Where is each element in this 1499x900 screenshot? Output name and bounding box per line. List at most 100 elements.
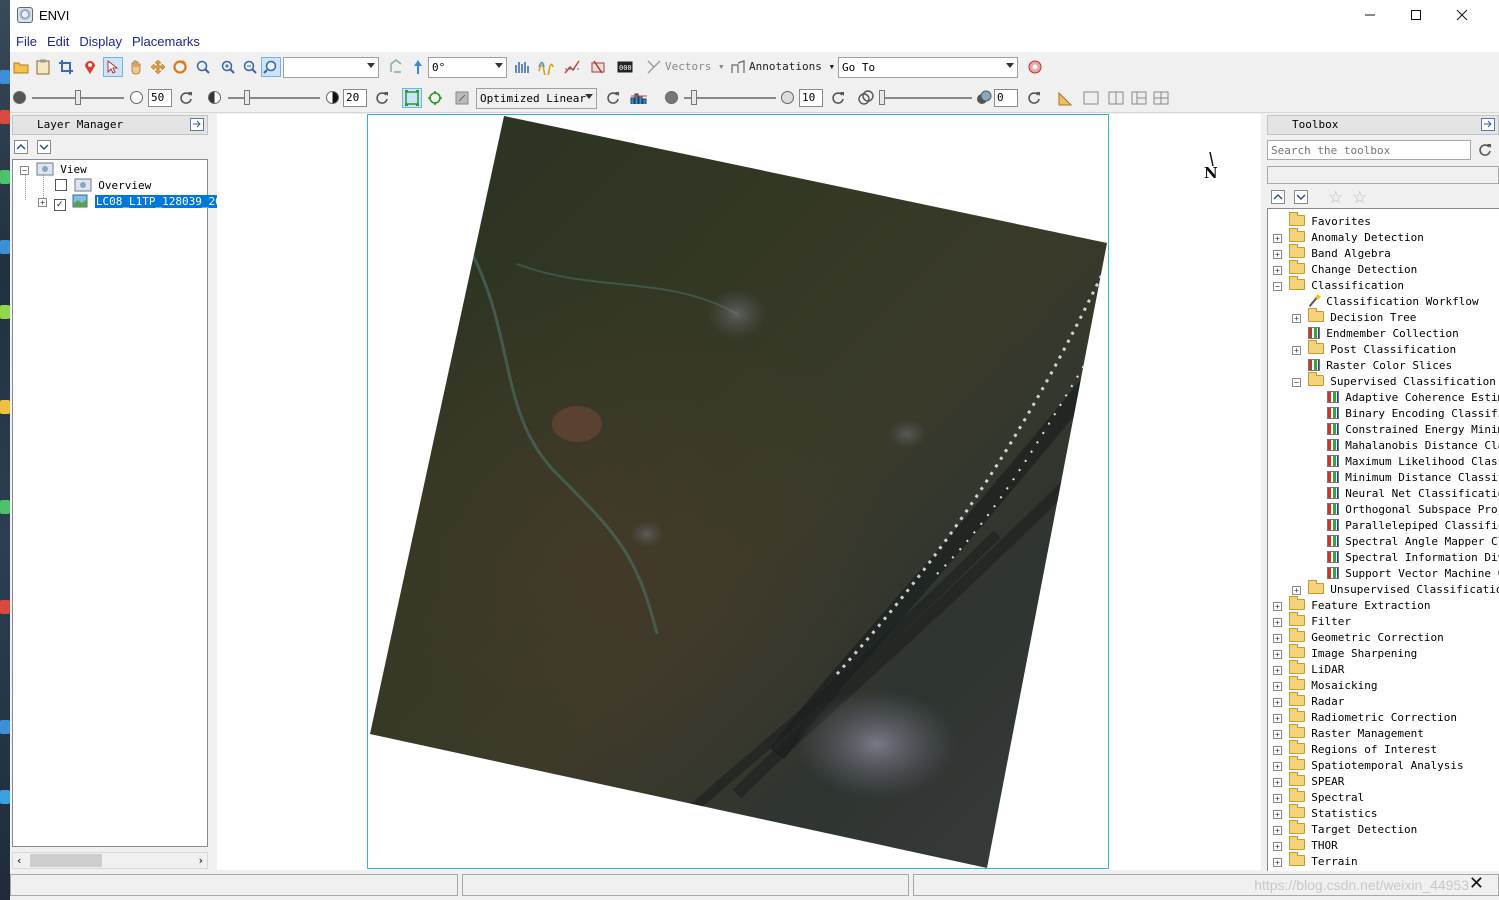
expand-icon[interactable]: + <box>1273 714 1282 723</box>
minimize-button[interactable] <box>1347 0 1393 30</box>
brightness-reset-button[interactable] <box>176 88 196 108</box>
close-button[interactable] <box>1439 0 1485 30</box>
scroll-right-icon[interactable]: › <box>199 854 203 867</box>
toolbox-item[interactable]: + Support Vector Machine Cl <box>1311 566 1499 582</box>
annotations-icon-button[interactable] <box>728 57 748 77</box>
brightness-input[interactable]: 50 <box>148 89 172 107</box>
toolbox-item[interactable]: + Terrain <box>1273 852 1358 870</box>
toolbox-item[interactable]: + Radar <box>1273 692 1344 710</box>
toolbox-item[interactable]: + Decision Tree <box>1292 308 1416 326</box>
layer-tree-horizontal-scrollbar[interactable]: ‹ › <box>12 852 208 869</box>
zoom-combo[interactable] <box>283 57 379 78</box>
toolbox-item[interactable]: + Parallelepiped Classifica <box>1311 518 1499 534</box>
satellite-image[interactable]: N <box>217 114 1261 870</box>
panel-undock-icon[interactable] <box>190 118 204 137</box>
expand-icon[interactable]: + <box>1273 810 1282 819</box>
expand-icon[interactable]: + <box>1273 730 1282 739</box>
toolbox-search-input[interactable] <box>1267 140 1471 160</box>
sharpen-reset-button[interactable] <box>828 88 848 108</box>
tree-node-raster-layer[interactable]: + ✓ LC08_L1TP_128039_20 <box>38 194 223 211</box>
transparency-slider-track[interactable] <box>880 97 972 99</box>
toolbox-item[interactable]: + Unsupervised Classification <box>1292 580 1499 598</box>
tree-node-view[interactable]: − View <box>20 162 87 178</box>
expand-icon[interactable]: + <box>1292 314 1301 323</box>
portal-button[interactable] <box>512 57 532 77</box>
toolbox-item[interactable]: + Spectral Angle Mapper Cla <box>1311 534 1499 550</box>
stretch-view-button[interactable] <box>425 88 445 108</box>
histogram-button[interactable] <box>629 88 649 108</box>
toolbox-item[interactable]: + Spectral Information Dive <box>1311 550 1499 566</box>
expand-icon[interactable]: + <box>1273 602 1282 611</box>
expand-icon[interactable]: + <box>1273 666 1282 675</box>
measure-button[interactable] <box>1056 88 1076 108</box>
image-view[interactable]: N <box>217 114 1261 870</box>
expand-icon[interactable]: + <box>1273 650 1282 659</box>
expand-icon[interactable]: + <box>1273 794 1282 803</box>
expand-icon[interactable]: + <box>1273 234 1282 243</box>
expand-icon[interactable]: + <box>1273 634 1282 643</box>
rotation-combo[interactable]: 0° <box>428 57 507 78</box>
expand-icon[interactable]: + <box>1292 346 1301 355</box>
toolbox-item[interactable]: + Orthogonal Subspace Proje <box>1311 502 1499 518</box>
toolbox-item[interactable]: + Minimum Distance Classifi <box>1311 470 1499 486</box>
layout-3-button[interactable] <box>1129 88 1149 108</box>
collapse-icon[interactable]: − <box>1292 378 1301 387</box>
menu-placemarks[interactable]: Placemarks <box>129 34 203 49</box>
expand-all-button[interactable] <box>37 140 51 154</box>
transparency-reset-button[interactable] <box>1024 88 1044 108</box>
menu-display[interactable]: Display <box>76 34 125 49</box>
expand-icon[interactable]: + <box>1273 842 1282 851</box>
toolbox-item[interactable]: + Maximum Likelihood Classi <box>1311 454 1499 470</box>
toolbox-item[interactable]: + Neural Net Classification <box>1311 486 1499 502</box>
north-up-button[interactable] <box>408 57 428 77</box>
expand-icon[interactable]: + <box>38 198 47 207</box>
vectors-menu[interactable]: Vectors ▾ <box>665 57 725 77</box>
expand-icon[interactable]: + <box>1273 682 1282 691</box>
toolbox-item[interactable]: + Endmember Collection <box>1292 326 1459 342</box>
toolbox-item[interactable]: + Binary Encoding Classific <box>1311 406 1499 422</box>
stretch-full-button[interactable] <box>402 88 422 108</box>
rotate-tool-button[interactable] <box>170 57 190 77</box>
blend-button[interactable] <box>536 57 556 77</box>
transparency-slider-thumb[interactable] <box>879 90 885 105</box>
contrast-slider-thumb[interactable] <box>244 90 250 105</box>
maximize-button[interactable] <box>1393 0 1439 30</box>
pan-tool-button[interactable] <box>126 57 146 77</box>
toolbox-item[interactable]: − Supervised Classification <box>1292 372 1496 390</box>
status-close-icon[interactable]: ✕ <box>1469 873 1484 894</box>
toolbox-item[interactable]: + Spectral <box>1273 788 1364 806</box>
toolbox-item[interactable]: + THOR <box>1273 836 1338 854</box>
add-favorite-star-icon[interactable]: ☆ <box>1328 188 1343 208</box>
contrast-input[interactable]: 20 <box>343 89 367 107</box>
expand-icon[interactable]: + <box>1273 778 1282 787</box>
zoom-out-button[interactable] <box>240 57 260 77</box>
sharpen-slider-thumb[interactable] <box>691 90 697 105</box>
fly-tool-button[interactable] <box>148 57 168 77</box>
toolbox-item[interactable]: + Mahalanobis Distance Clas <box>1311 438 1499 454</box>
cursor-value-button[interactable]: 000 <box>615 57 635 77</box>
toolbox-item[interactable]: + Geometric Correction <box>1273 628 1444 646</box>
toolbox-item[interactable]: + Spatiotemporal Analysis <box>1273 756 1464 774</box>
toolbox-item[interactable]: + LiDAR <box>1273 660 1344 678</box>
sharpen-input[interactable]: 10 <box>799 89 823 107</box>
toolbox-item[interactable]: + Adaptive Coherence Estima <box>1311 390 1499 406</box>
expand-icon[interactable]: + <box>1273 858 1282 867</box>
expand-icon[interactable]: + <box>1273 250 1282 259</box>
annotations-menu[interactable]: Annotations ▾ <box>749 57 835 77</box>
expand-icon[interactable]: + <box>1273 618 1282 627</box>
layout-1-button[interactable] <box>1081 88 1101 108</box>
overview-checkbox[interactable] <box>55 179 67 191</box>
toolbox-item[interactable]: + Classification Workflow <box>1292 294 1478 310</box>
reset-rotation-button[interactable] <box>386 57 406 77</box>
toolbox-collapse-button[interactable] <box>1271 190 1285 204</box>
toolbox-item[interactable]: + Post Classification <box>1292 340 1456 358</box>
toolbox-item[interactable]: + Filter <box>1273 612 1351 630</box>
zoom-tool-button[interactable] <box>193 57 213 77</box>
toolbox-expand-button[interactable] <box>1294 190 1308 204</box>
toolbox-item[interactable]: − Classification <box>1273 276 1404 294</box>
expand-icon[interactable]: + <box>1273 698 1282 707</box>
collapse-all-button[interactable] <box>14 140 28 154</box>
zoom-in-button[interactable] <box>218 57 238 77</box>
raster-layer-checkbox[interactable]: ✓ <box>53 199 66 211</box>
menu-file[interactable]: File <box>13 34 40 49</box>
